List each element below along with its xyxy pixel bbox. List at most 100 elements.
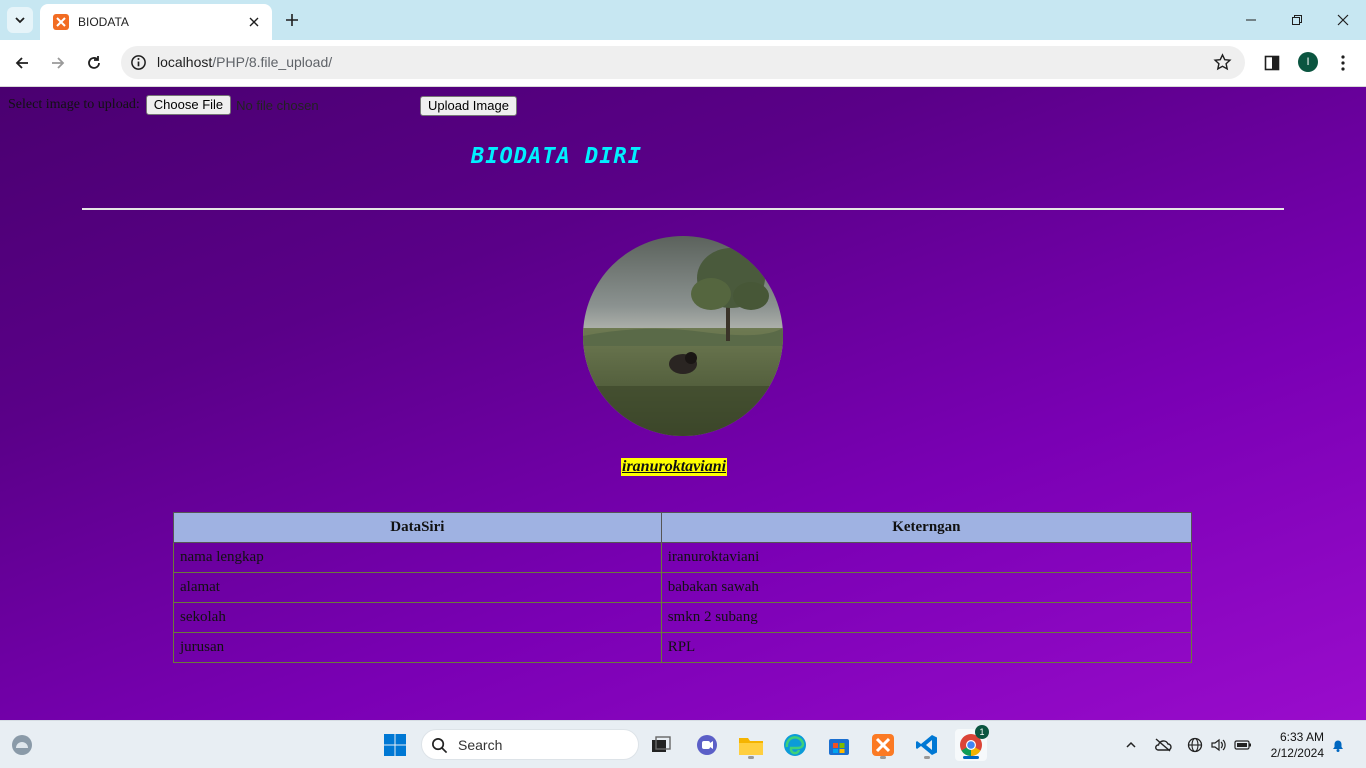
edge-button[interactable] xyxy=(779,729,811,761)
battery-icon xyxy=(1234,740,1251,750)
show-hidden-icons-button[interactable] xyxy=(1122,736,1140,754)
search-placeholder: Search xyxy=(458,737,503,753)
table-row: nama lengkap iranuroktaviani xyxy=(173,542,1193,573)
browser-toolbar: localhost/PHP/8.file_upload/ xyxy=(0,40,1366,87)
file-status: No file chosen xyxy=(236,97,319,113)
minimize-button[interactable] xyxy=(1239,8,1263,32)
address-bar[interactable]: localhost/PHP/8.file_upload/ xyxy=(121,46,1245,79)
arrow-right-icon xyxy=(52,57,65,69)
bell-icon xyxy=(1333,740,1343,752)
row-value: RPL xyxy=(660,632,1193,663)
xampp-favicon-icon xyxy=(53,14,69,30)
task-view-icon xyxy=(652,736,671,752)
bookmark-star-icon[interactable] xyxy=(1213,53,1232,72)
browser-titlebar: BIODATA xyxy=(0,0,1366,40)
more-vert-icon xyxy=(1341,55,1345,71)
widgets-button[interactable] xyxy=(6,729,38,761)
table-header-row: DataSiri Keterngan xyxy=(173,512,1193,543)
browser-tab[interactable]: BIODATA xyxy=(40,4,272,40)
new-tab-button[interactable] xyxy=(282,10,302,30)
arrow-left-icon xyxy=(15,57,28,69)
row-value: smkn 2 subang xyxy=(660,602,1193,633)
active-indicator xyxy=(963,756,979,759)
notifications-button[interactable] xyxy=(1329,736,1347,754)
column-header-keterangan: Keterngan xyxy=(660,512,1193,543)
upload-image-button[interactable]: Upload Image xyxy=(420,96,517,116)
taskbar-search[interactable]: Search xyxy=(421,729,639,760)
restore-button[interactable] xyxy=(1285,8,1309,32)
xampp-icon xyxy=(872,734,894,756)
chat-app-button[interactable] xyxy=(691,729,723,761)
start-button[interactable] xyxy=(379,729,411,761)
chrome-button[interactable]: 1 xyxy=(955,725,989,761)
choose-file-button[interactable]: Choose File xyxy=(145,95,232,115)
folder-icon xyxy=(739,738,763,755)
running-indicator xyxy=(924,756,930,759)
table-row: alamat babakan sawah xyxy=(173,572,1193,603)
biodata-table: DataSiri Keterngan nama lengkap iranurok… xyxy=(173,512,1193,663)
username-highlight: iranuroktaviani xyxy=(621,458,728,476)
tab-search-button[interactable] xyxy=(7,7,33,33)
row-label: sekolah xyxy=(173,602,662,633)
url-path: /PHP/8.file_upload/ xyxy=(212,54,333,70)
volume-button[interactable] xyxy=(1209,736,1227,754)
reload-icon xyxy=(88,56,100,69)
upload-form: Select image to upload: Choose File No f… xyxy=(8,95,319,115)
profile-photo xyxy=(583,236,783,436)
network-button[interactable] xyxy=(1186,736,1204,754)
windows-start-icon xyxy=(384,734,406,756)
speaker-icon xyxy=(1211,738,1226,752)
battery-button[interactable] xyxy=(1234,736,1252,754)
forward-button[interactable] xyxy=(46,51,70,75)
plus-icon xyxy=(286,14,298,26)
store-button[interactable] xyxy=(823,729,855,761)
page-title: BIODATA DIRI xyxy=(471,144,642,169)
url-text[interactable]: localhost/PHP/8.file_upload/ xyxy=(157,54,332,70)
row-label: alamat xyxy=(173,572,662,603)
running-indicator xyxy=(748,756,754,759)
system-clock[interactable]: 6:33 AM 2/12/2024 xyxy=(1262,729,1324,761)
vscode-button[interactable] xyxy=(911,729,943,761)
file-explorer-button[interactable] xyxy=(735,729,767,761)
page-body: Select image to upload: Choose File No f… xyxy=(0,87,1366,720)
microsoft-store-icon xyxy=(829,739,849,755)
row-value: babakan sawah xyxy=(660,572,1193,603)
vscode-icon xyxy=(916,735,937,755)
task-view-button[interactable] xyxy=(645,729,677,761)
globe-network-icon xyxy=(1187,737,1203,753)
minimize-icon xyxy=(1246,19,1256,21)
info-icon[interactable] xyxy=(130,54,147,71)
notification-badge: 1 xyxy=(975,725,989,739)
menu-button[interactable] xyxy=(1332,52,1354,74)
row-label: jurusan xyxy=(173,632,662,663)
profile-avatar[interactable]: I xyxy=(1298,52,1318,72)
side-panel-button[interactable] xyxy=(1261,52,1283,74)
table-row: sekolah smkn 2 subang xyxy=(173,602,1193,633)
clock-date: 2/12/2024 xyxy=(1270,746,1324,760)
tab-title: BIODATA xyxy=(78,15,129,29)
search-icon xyxy=(432,738,448,754)
close-icon xyxy=(1337,14,1349,26)
clock-time: 6:33 AM xyxy=(1279,730,1324,744)
upload-label: Select image to upload: xyxy=(8,97,140,112)
xampp-button[interactable] xyxy=(867,729,899,761)
teams-chat-icon xyxy=(697,735,717,755)
row-value: iranuroktaviani xyxy=(660,542,1193,573)
onedrive-button[interactable] xyxy=(1154,736,1172,754)
taskbar: Search 1 6:33 AM 2/12/2024 xyxy=(0,720,1366,768)
cloud-offline-icon xyxy=(1155,738,1172,752)
divider xyxy=(82,208,1284,210)
running-indicator xyxy=(880,756,886,759)
chevron-down-icon xyxy=(15,17,25,24)
row-label: nama lengkap xyxy=(173,542,662,573)
url-host: localhost xyxy=(157,54,213,70)
back-button[interactable] xyxy=(10,51,34,75)
column-header-datasiri: DataSiri xyxy=(173,512,662,543)
table-row: jurusan RPL xyxy=(173,632,1193,663)
close-tab-icon[interactable] xyxy=(246,14,262,30)
edge-browser-icon xyxy=(784,734,806,756)
close-window-button[interactable] xyxy=(1331,8,1355,32)
reload-button[interactable] xyxy=(82,51,106,75)
side-panel-icon xyxy=(1264,55,1280,71)
weather-widget-icon xyxy=(12,735,32,755)
